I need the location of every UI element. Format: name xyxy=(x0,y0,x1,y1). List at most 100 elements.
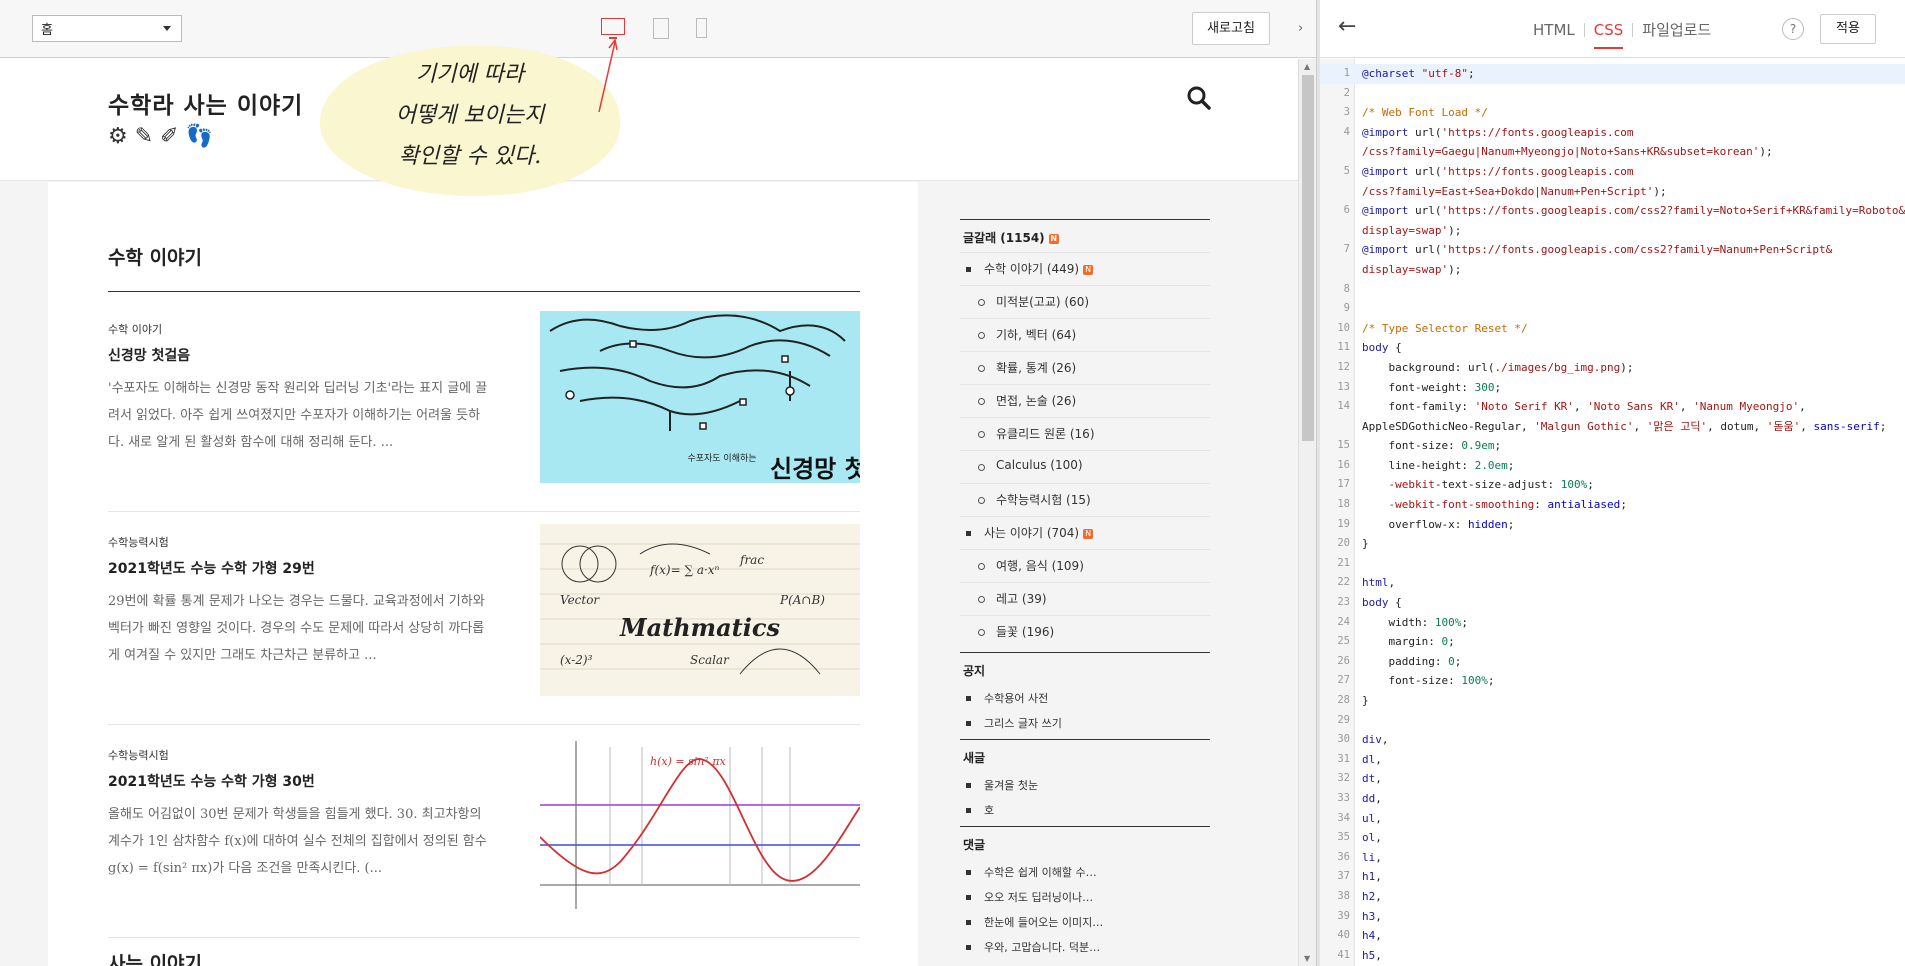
help-icon[interactable]: ? xyxy=(1782,18,1804,40)
post-title[interactable]: 2021학년도 수능 수학 가형 30번 xyxy=(108,771,315,791)
annotation-line: 어떻게 보이는지 xyxy=(395,103,545,128)
annotation-note: 기기에 따라 어떻게 보이는지 확인할 수 있다. xyxy=(320,46,620,196)
post-category[interactable]: 수학능력시험 xyxy=(108,747,169,763)
comment-item[interactable]: 우와, 고맙습니다. 덕분… xyxy=(960,934,1210,959)
category-label: 미적분(고교) (60) xyxy=(996,295,1090,309)
footprints-icon[interactable]: 👣 xyxy=(186,125,213,149)
category-item[interactable]: 여행, 음식 (109) xyxy=(960,549,1210,582)
post-thumbnail[interactable]: h(x) = sin² πx xyxy=(540,737,860,909)
categories-heading: 글갈래 (1154) N xyxy=(960,219,1210,252)
category-label: Calculus (100) xyxy=(996,458,1083,472)
tab-css[interactable]: CSS xyxy=(1585,21,1633,49)
search-icon[interactable] xyxy=(1186,85,1212,111)
notice-item[interactable]: 수학용어 사전 xyxy=(960,685,1210,710)
blog-title[interactable]: 수학라 사는 이야기 xyxy=(108,86,303,120)
scrollbar-thumb[interactable] xyxy=(1302,75,1314,441)
svg-text:Vector: Vector xyxy=(560,593,600,607)
write-icon[interactable]: ✐ xyxy=(160,125,178,149)
comments-heading: 댓글 xyxy=(960,826,1210,859)
tab-file-upload[interactable]: 파일업로드 xyxy=(1633,19,1720,40)
category-label: 여행, 음식 (109) xyxy=(996,559,1084,573)
page-select[interactable]: 홈 xyxy=(32,15,182,42)
post-title[interactable]: 2021학년도 수능 수학 가형 29번 xyxy=(108,558,315,578)
scroll-down-icon[interactable]: ▼ xyxy=(1304,954,1310,963)
notice-item[interactable]: 그리스 글자 쓰기 xyxy=(960,710,1210,735)
category-item[interactable]: 유클리드 원론 (16) xyxy=(960,417,1210,450)
category-list: 수학 이야기 (449) N 미적분(고교) (60) 기하, 벡터 (64) 확… xyxy=(960,252,1210,648)
tab-html[interactable]: HTML xyxy=(1524,21,1584,39)
post-thumbnail[interactable]: 수포자도 이해하는 신경망 첫걸음 xyxy=(540,311,860,483)
gear-icon[interactable]: ⚙ xyxy=(108,125,128,149)
thumb-title-text: Mathmatics xyxy=(619,613,780,642)
desktop-view-icon[interactable] xyxy=(601,18,625,39)
categories-heading-label: 글갈래 (1154) xyxy=(963,231,1045,245)
category-label: 수학능력시험 (15) xyxy=(996,493,1091,507)
category-item[interactable]: Calculus (100) xyxy=(960,450,1210,483)
blog-icon-row: ⚙ ✎ ✐ 👣 xyxy=(108,125,213,149)
category-label: 유클리드 원론 (16) xyxy=(996,427,1095,441)
post-item[interactable]: 수학능력시험 2021학년도 수능 수학 가형 29번 29번에 확률 통계 문… xyxy=(108,512,860,725)
post-item[interactable]: 수학능력시험 2021학년도 수능 수학 가형 30번 올해도 어김없이 30번… xyxy=(108,725,860,938)
tablet-view-icon[interactable] xyxy=(653,18,669,39)
category-item[interactable]: 들꽃 (196) xyxy=(960,615,1210,648)
annotation-text: 기기에 따라 어떻게 보이는지 확인할 수 있다. xyxy=(320,54,620,177)
svg-text:f(x)= ∑ a·xⁿ: f(x)= ∑ a·xⁿ xyxy=(649,563,720,577)
category-label: 레고 (39) xyxy=(996,592,1047,606)
css-code-editor[interactable]: 1 @charset "utf-8"; 2 3/* Web Font Load *… xyxy=(1320,59,1905,966)
post-item[interactable]: 수학 이야기 신경망 첫걸음 '수포자도 이해하는 신경망 동작 원리와 딥러닝… xyxy=(108,299,860,512)
collapse-panel-icon[interactable]: › xyxy=(1298,21,1303,36)
category-label: 확률, 통계 (26) xyxy=(996,361,1077,375)
notice-block: 공지 수학용어 사전 그리스 글자 쓰기 xyxy=(960,652,1210,735)
mobile-view-icon[interactable] xyxy=(696,18,707,38)
post-category[interactable]: 수학능력시험 xyxy=(108,534,169,550)
blog-header: 수학라 사는 이야기 ⚙ ✎ ✐ 👣 xyxy=(0,59,1298,181)
notice-heading: 공지 xyxy=(960,652,1210,685)
editor-toolbar: ← HTML CSS 파일업로드 ? 적용 xyxy=(1320,0,1905,58)
pen-icon[interactable]: ✎ xyxy=(135,125,153,149)
new-badge: N xyxy=(1083,265,1094,275)
editor-tabs: HTML CSS 파일업로드 xyxy=(1524,19,1720,49)
category-item[interactable]: 미적분(고교) (60) xyxy=(960,285,1210,318)
category-label: 면접, 논술 (26) xyxy=(996,394,1077,408)
category-item[interactable]: 레고 (39) xyxy=(960,582,1210,615)
thumb-formula-text: h(x) = sin² πx xyxy=(650,755,726,768)
recent-post-item[interactable]: 호 xyxy=(960,797,1210,822)
category-item[interactable]: 면접, 논술 (26) xyxy=(960,384,1210,417)
post-thumbnail[interactable]: f(x)= ∑ a·xⁿ Vector frac P(A∩B) (x-2)³ S… xyxy=(540,524,860,696)
category-label: 기하, 벡터 (64) xyxy=(996,328,1077,342)
category-item[interactable]: 수학능력시험 (15) xyxy=(960,483,1210,516)
category-label: 수학 이야기 (449) xyxy=(984,262,1080,276)
preview-scrollbar[interactable]: ▲ ▼ xyxy=(1298,59,1316,966)
recent-posts-block: 새글 울겨을 첫눈 호 xyxy=(960,739,1210,822)
category-label: 사는 이야기 (704) xyxy=(984,526,1080,540)
back-arrow-icon[interactable]: ← xyxy=(1338,14,1356,39)
scroll-up-icon[interactable]: ▲ xyxy=(1304,62,1310,71)
category-item[interactable]: 수학 이야기 (449) N xyxy=(960,252,1210,285)
svg-text:수포자도 이해하는: 수포자도 이해하는 xyxy=(687,453,756,464)
comment-item[interactable]: 수학은 쉽게 이해할 수… xyxy=(960,859,1210,884)
recent-post-item[interactable]: 울겨을 첫눈 xyxy=(960,772,1210,797)
recent-heading: 새글 xyxy=(960,739,1210,772)
comment-item[interactable]: 한눈에 들어오는 이미지… xyxy=(960,909,1210,934)
svg-text:(x-2)³: (x-2)³ xyxy=(560,653,593,667)
svg-text:Scalar: Scalar xyxy=(690,653,730,667)
comment-item[interactable]: 오오 저도 딥러닝이나… xyxy=(960,884,1210,909)
annotation-line: 기기에 따라 xyxy=(415,62,525,87)
blog-sidebar: 글갈래 (1154) N 수학 이야기 (449) N 미적분(고교) (60) 기… xyxy=(960,219,1210,959)
apply-button[interactable]: 적용 xyxy=(1820,14,1876,44)
post-title[interactable]: 신경망 첫걸음 xyxy=(108,345,190,365)
comments-block: 댓글 수학은 쉽게 이해할 수… 오오 저도 딥러닝이나… 한눈에 들어오는 이… xyxy=(960,826,1210,959)
preview-toolbar: 홈 새로고침 › xyxy=(0,0,1316,58)
thumb-title-text: 신경망 첫걸음 xyxy=(770,455,860,483)
category-item[interactable]: 기하, 벡터 (64) xyxy=(960,318,1210,351)
category-item[interactable]: 사는 이야기 (704) N xyxy=(960,516,1210,549)
post-excerpt: '수포자도 이해하는 신경망 동작 원리와 딥러닝 기초'라는 표지 글에 끌려… xyxy=(108,381,488,450)
section-title: 수학 이야기 xyxy=(108,247,203,269)
post-excerpt: 29번에 확률 통계 문제가 나오는 경우는 드물다. 교육과정에서 기하와 벡… xyxy=(108,594,485,663)
svg-text:P(A∩B): P(A∩B) xyxy=(779,593,825,607)
refresh-button[interactable]: 새로고침 xyxy=(1192,12,1270,45)
post-category[interactable]: 수학 이야기 xyxy=(108,321,162,337)
category-item[interactable]: 확률, 통계 (26) xyxy=(960,351,1210,384)
section-title-2: 사는 이야기 xyxy=(108,953,203,966)
page-select-value: 홈 xyxy=(41,23,53,38)
